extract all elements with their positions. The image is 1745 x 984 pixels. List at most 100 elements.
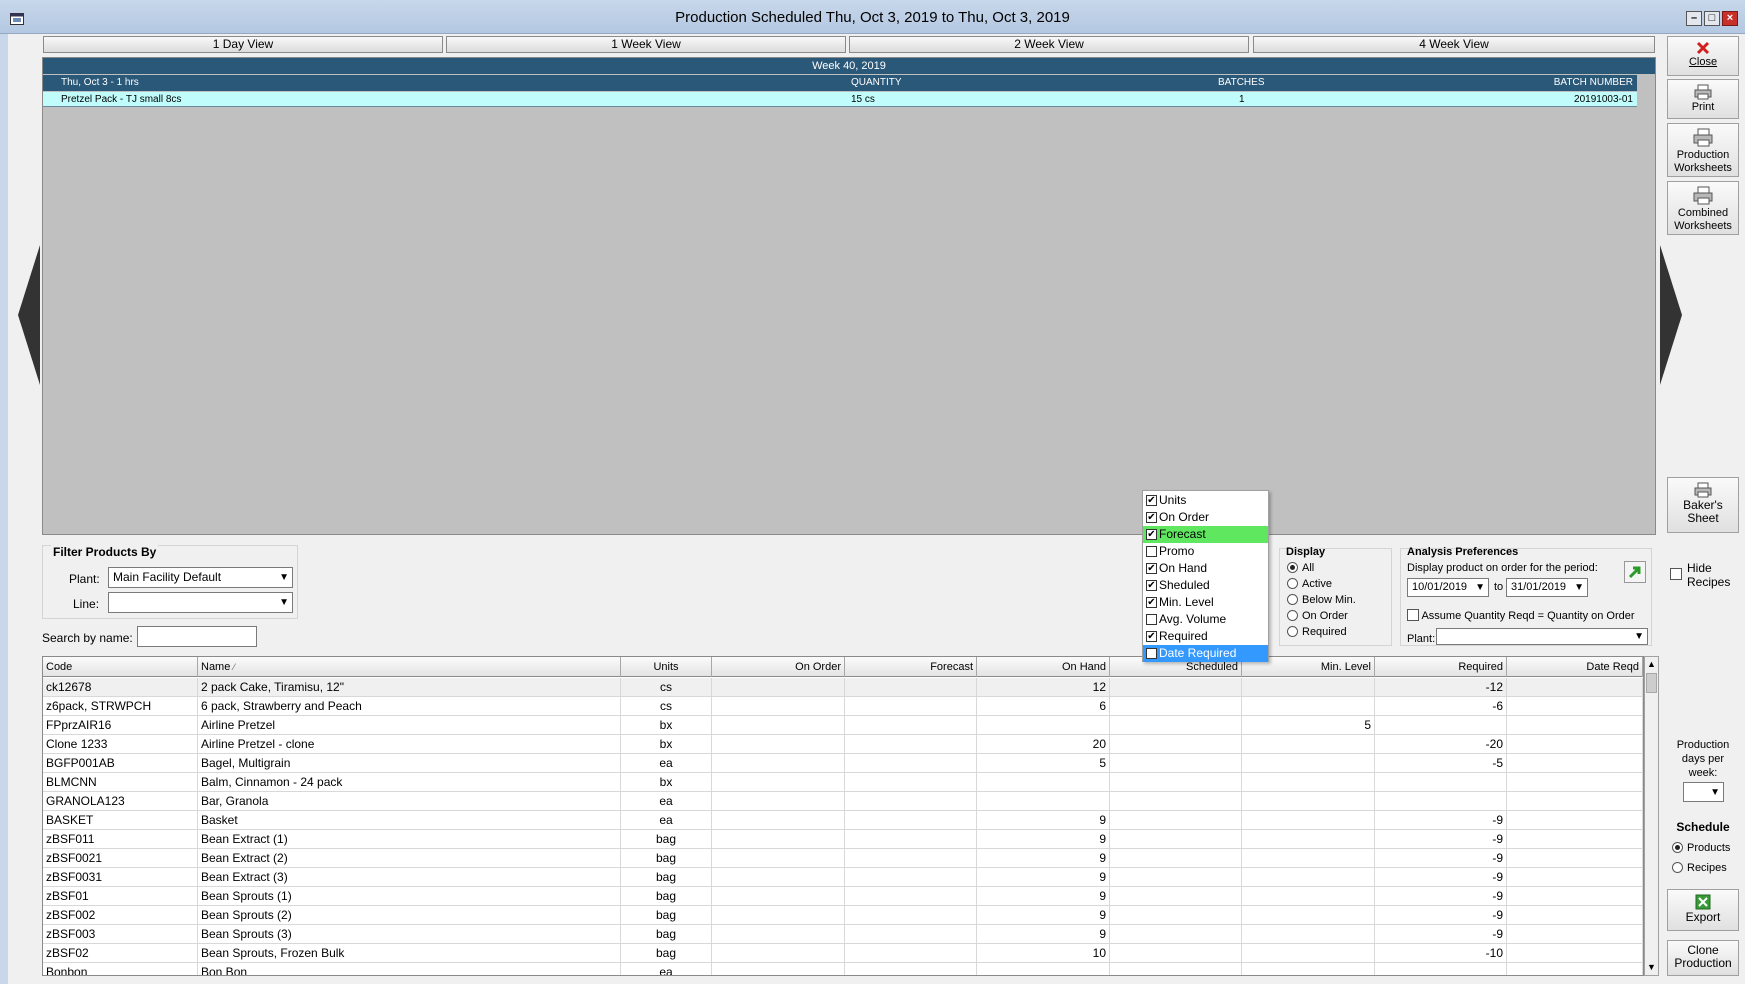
table-row[interactable]: BASKET Basket ea 9 -9 xyxy=(43,811,1643,830)
scroll-up-icon[interactable]: ▲ xyxy=(1645,657,1658,672)
window-close-button[interactable]: × xyxy=(1722,11,1738,26)
clone-production-button[interactable]: Clone Production xyxy=(1667,940,1739,976)
tab-2-week-view[interactable]: 2 Week View xyxy=(849,36,1249,53)
assume-quantity-label: Assume Quantity Reqd = Quantity on Order xyxy=(1421,610,1635,622)
tab-1-week-view[interactable]: 1 Week View xyxy=(446,36,846,53)
table-row[interactable]: zBSF02 Bean Sprouts, Frozen Bulk bag 10 -10 xyxy=(43,944,1643,963)
period-to-date[interactable]: 31/01/2019 ▼ xyxy=(1506,578,1588,597)
display-radio-all[interactable]: All xyxy=(1287,562,1314,574)
production-days-label-1: Production xyxy=(1676,739,1730,751)
cell-forecast xyxy=(845,849,977,868)
maximize-button[interactable]: □ xyxy=(1704,11,1720,26)
cell-on-hand: 12 xyxy=(977,678,1110,697)
next-period-arrow-icon[interactable] xyxy=(1660,245,1682,385)
cell-units: ea xyxy=(621,963,712,975)
col-units[interactable]: Units xyxy=(621,657,712,677)
col-name[interactable]: Name ⁄ xyxy=(198,657,621,677)
col-forecast[interactable]: Forecast xyxy=(845,657,977,677)
col-code[interactable]: Code xyxy=(43,657,198,677)
checkbox-checked-icon[interactable]: ✔ xyxy=(1146,529,1157,540)
plant-select[interactable]: Main Facility Default ▼ xyxy=(108,567,293,588)
analysis-plant-select[interactable]: ▼ xyxy=(1436,628,1648,645)
column-menu-item[interactable]: ✔ Min. Level xyxy=(1143,594,1268,611)
cell-on-hand: 9 xyxy=(977,849,1110,868)
column-menu-item[interactable]: ✔ Date Required xyxy=(1143,645,1268,662)
checkbox-checked-icon[interactable]: ✔ xyxy=(1146,580,1157,591)
bakers-sheet-label-2: Sheet xyxy=(1687,511,1719,525)
checkbox-checked-icon[interactable]: ✔ xyxy=(1146,512,1157,523)
table-row[interactable]: BGFP001AB Bagel, Multigrain ea 5 -5 xyxy=(43,754,1643,773)
radio-icon xyxy=(1287,594,1298,605)
cell-scheduled xyxy=(1110,792,1242,811)
col-on-hand[interactable]: On Hand xyxy=(977,657,1110,677)
column-menu-item[interactable]: ✔ Forecast xyxy=(1143,526,1268,543)
cell-min-level xyxy=(1242,735,1375,754)
checkbox-checked-icon[interactable]: ✔ xyxy=(1146,495,1157,506)
assume-quantity-checkbox[interactable]: Assume Quantity Reqd = Quantity on Order xyxy=(1407,609,1635,622)
print-button[interactable]: Print xyxy=(1667,79,1739,119)
column-menu-item[interactable]: ✔ Units xyxy=(1143,492,1268,509)
schedule-row[interactable]: Pretzel Pack - TJ small 8cs 15 cs 1 2019… xyxy=(43,92,1637,107)
column-menu-item[interactable]: Promo xyxy=(1143,543,1268,560)
column-menu-item[interactable]: ✔ On Hand xyxy=(1143,560,1268,577)
tab-4-week-view[interactable]: 4 Week View xyxy=(1253,36,1655,53)
table-row[interactable]: BLMCNN Balm, Cinnamon - 24 pack bx xyxy=(43,773,1643,792)
search-by-name-input[interactable] xyxy=(137,626,257,647)
combined-worksheets-button[interactable]: Combined Worksheets xyxy=(1667,181,1739,235)
cell-name: Bean Sprouts (1) xyxy=(198,887,621,906)
column-menu-item[interactable]: ✔ On Order xyxy=(1143,509,1268,526)
table-row[interactable]: GRANOLA123 Bar, Granola ea xyxy=(43,792,1643,811)
grid-scrollbar[interactable]: ▲ ▼ xyxy=(1644,656,1659,976)
table-row[interactable]: z6pack, STRWPCH 6 pack, Strawberry and Pe… xyxy=(43,697,1643,716)
schedule-radio-recipes[interactable]: Recipes xyxy=(1672,862,1727,874)
checkbox-icon[interactable] xyxy=(1146,546,1157,557)
display-radio-active[interactable]: Active xyxy=(1287,578,1332,590)
hide-recipes-checkbox[interactable] xyxy=(1670,567,1682,581)
export-button[interactable]: Export xyxy=(1667,889,1739,931)
table-row[interactable]: zBSF01 Bean Sprouts (1) bag 9 -9 xyxy=(43,887,1643,906)
checkbox-checked-icon[interactable]: ✔ xyxy=(1146,563,1157,574)
display-radio-on-order[interactable]: On Order xyxy=(1287,610,1348,622)
filter-title: Filter Products By xyxy=(51,545,159,559)
production-days-select[interactable]: ▼ xyxy=(1683,782,1724,802)
production-days-label: Production days per week: xyxy=(1667,738,1739,780)
table-row[interactable]: FPprzAIR16 Airline Pretzel bx 5 xyxy=(43,716,1643,735)
refresh-arrow-icon[interactable] xyxy=(1624,561,1646,583)
table-row[interactable]: zBSF0021 Bean Extract (2) bag 9 -9 xyxy=(43,849,1643,868)
cell-min-level xyxy=(1242,925,1375,944)
column-menu-item[interactable]: Avg. Volume xyxy=(1143,611,1268,628)
minimize-button[interactable]: – xyxy=(1686,11,1702,26)
table-row[interactable]: zBSF011 Bean Extract (1) bag 9 -9 xyxy=(43,830,1643,849)
table-row[interactable]: zBSF0031 Bean Extract (3) bag 9 -9 xyxy=(43,868,1643,887)
table-row[interactable]: zBSF002 Bean Sprouts (2) bag 9 -9 xyxy=(43,906,1643,925)
scroll-thumb[interactable] xyxy=(1646,673,1657,693)
checkbox-icon[interactable] xyxy=(1146,614,1157,625)
col-required[interactable]: Required xyxy=(1375,657,1507,677)
column-menu-item[interactable]: ✔ Sheduled xyxy=(1143,577,1268,594)
bakers-sheet-button[interactable]: Baker's Sheet xyxy=(1667,477,1739,533)
checkbox-icon xyxy=(1670,568,1682,580)
schedule-radio-products[interactable]: Products xyxy=(1672,842,1730,854)
display-radio-below-min[interactable]: Below Min. xyxy=(1287,594,1356,606)
previous-period-arrow-icon[interactable] xyxy=(18,245,40,385)
close-button[interactable]: Close xyxy=(1667,36,1739,76)
col-date-reqd[interactable]: Date Reqd xyxy=(1507,657,1643,677)
column-menu-label: Units xyxy=(1159,493,1187,507)
cell-date-reqd xyxy=(1507,944,1643,963)
production-worksheets-button[interactable]: Production Worksheets xyxy=(1667,123,1739,177)
chevron-down-icon: ▼ xyxy=(279,572,289,583)
scroll-down-icon[interactable]: ▼ xyxy=(1645,960,1658,975)
table-row[interactable]: Clone 1233 Airline Pretzel - clone bx 20 -20 xyxy=(43,735,1643,754)
checkbox-checked-icon[interactable]: ✔ xyxy=(1146,597,1157,608)
table-row[interactable]: Bonbon Bon Bon ea xyxy=(43,963,1643,975)
column-menu-item[interactable]: ✔ Required xyxy=(1143,628,1268,645)
tab-1-day-view[interactable]: 1 Day View xyxy=(43,36,443,53)
checkbox-checked-icon[interactable]: ✔ xyxy=(1146,631,1157,642)
display-radio-required[interactable]: Required xyxy=(1287,626,1347,638)
table-row[interactable]: zBSF003 Bean Sprouts (3) bag 9 -9 xyxy=(43,925,1643,944)
col-on-order[interactable]: On Order xyxy=(712,657,845,677)
table-row[interactable]: ck12678 2 pack Cake, Tiramisu, 12" cs 12 -12 xyxy=(43,678,1643,697)
period-from-date[interactable]: 10/01/2019 ▼ xyxy=(1407,578,1489,597)
line-select[interactable]: ▼ xyxy=(108,592,293,613)
checkbox-checked-icon[interactable]: ✔ xyxy=(1146,648,1157,659)
